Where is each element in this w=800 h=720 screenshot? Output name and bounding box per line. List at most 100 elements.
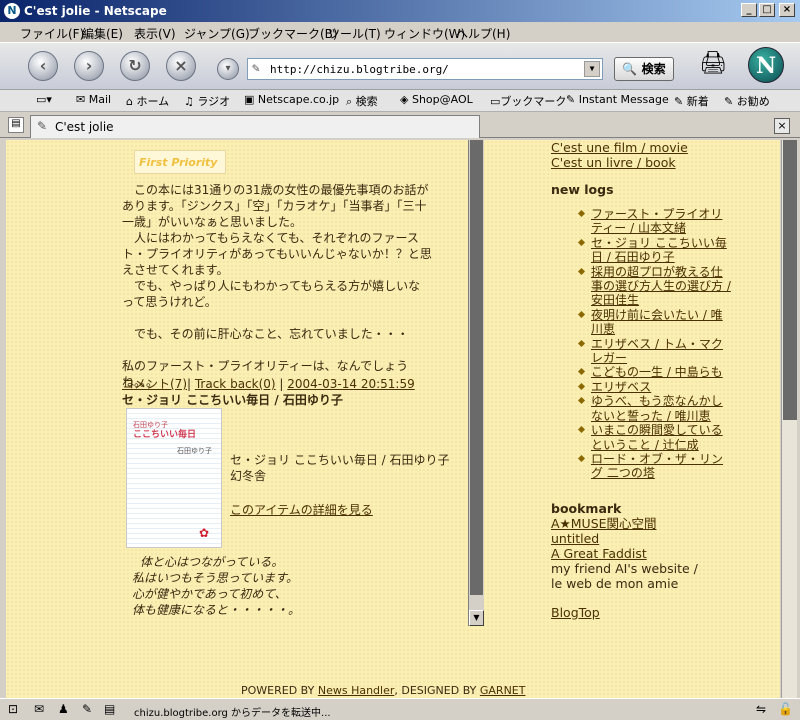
- menu-tools[interactable]: ツール(T): [328, 25, 381, 42]
- blogtop-link[interactable]: BlogTop: [551, 605, 771, 620]
- sidebar: C'est une film / movie C'est un livre / …: [551, 140, 771, 620]
- security-lock-icon: 🔓: [778, 702, 793, 716]
- search-link-label: 検索: [355, 95, 378, 108]
- back-button[interactable]: ‹: [28, 51, 58, 81]
- location-dropdown-button[interactable]: ▾: [217, 58, 239, 80]
- banner-image: First Priority: [134, 150, 226, 174]
- search-link[interactable]: ⌕ 検索: [346, 93, 378, 109]
- stop-button[interactable]: ×: [166, 51, 196, 81]
- aim-icon[interactable]: ♟: [58, 702, 69, 716]
- menu-help[interactable]: ヘルプ(H): [456, 25, 510, 42]
- page-scrollbar[interactable]: [781, 140, 797, 698]
- close-window-button[interactable]: ×: [779, 3, 795, 17]
- menu-window[interactable]: ウィンドウ(W): [384, 25, 465, 42]
- status-bar: ⊡ ✉ ♟ ✎ ▤ chizu.blogtribe.org からデータを転送中.…: [0, 698, 800, 720]
- cover-title: ここちいい毎日: [133, 430, 197, 440]
- mail-status-icon[interactable]: ✉: [34, 702, 44, 716]
- bookmarks-folder[interactable]: ▭ブックマーク: [490, 93, 566, 109]
- book-cover[interactable]: 石田ゆり子 ここちいい毎日 石田ゆり子 ✿: [126, 408, 222, 548]
- entry2-quote: 体と心はつながっている。 私はいつもそう思っています。 心が健やかであって初めて…: [132, 554, 300, 618]
- footer-designed-text: , DESIGNED BY: [394, 684, 480, 697]
- forward-button[interactable]: ›: [74, 51, 104, 81]
- home-link[interactable]: ⌂ ホーム: [126, 93, 169, 109]
- new-log-item[interactable]: セ・ジョリ ここちいい毎日 / 石田ゆり子: [591, 236, 727, 264]
- entry1-p1: この本には31通りの31歳の女性の最優先事項のお話があります。「ジンクス」「空」…: [122, 183, 429, 229]
- friend-website-text: my friend AI's website / le web de mon a…: [551, 560, 698, 591]
- address-book-icon[interactable]: ▤: [104, 702, 115, 716]
- quote-line-4: 体も健康になると・・・・・。: [132, 603, 301, 617]
- bookmark-link-amuse[interactable]: A★MUSE関心空間: [551, 516, 771, 531]
- quote-line-1: 体と心はつながっている。: [140, 555, 284, 569]
- cat-book-link[interactable]: C'est un livre / book: [551, 155, 771, 170]
- composer-icon[interactable]: ✎: [82, 702, 92, 716]
- navigator-icon[interactable]: ⊡: [8, 702, 18, 716]
- new-log-item[interactable]: 採用の超プロが教える仕事の選び方人生の選び方 / 安田佳生: [591, 265, 731, 308]
- new-log-item[interactable]: エリザベス: [591, 380, 651, 394]
- garnet-link[interactable]: GARNET: [480, 684, 526, 697]
- search-button[interactable]: 🔍 検索: [614, 57, 674, 81]
- window-title: C'est jolie - Netscape: [24, 4, 167, 18]
- quote-line-2: 私はいつもそう思っています。: [132, 571, 298, 585]
- item-detail-link[interactable]: このアイテムの詳細を見る: [230, 502, 450, 518]
- cat-movie-link[interactable]: C'est une film / movie: [551, 140, 771, 155]
- page-scroll-thumb[interactable]: [783, 140, 797, 420]
- entry-permalink[interactable]: 2004-03-14 20:51:59: [287, 377, 414, 391]
- menu-file[interactable]: ファイル(F): [20, 25, 84, 42]
- print-icon[interactable]: 🖨: [698, 51, 728, 81]
- scroll-down-icon[interactable]: ▼: [469, 610, 484, 626]
- tab-bar: ▤ ✎ C'est jolie ×: [0, 112, 800, 138]
- trackback-link[interactable]: Track back(0): [195, 377, 276, 391]
- comment-link[interactable]: コメント(7): [122, 377, 187, 391]
- minimize-button[interactable]: _: [741, 3, 757, 17]
- link-icon-3: ✎: [724, 95, 734, 108]
- new-tab-icon[interactable]: ▤: [8, 117, 24, 133]
- new-log-item[interactable]: ロード・オブ・ザ・リング 二つの塔: [591, 452, 723, 480]
- radio-link[interactable]: ♫ ラジオ: [184, 93, 230, 109]
- bookmarks-label: ブックマーク: [500, 95, 567, 108]
- recommend-link[interactable]: ✎ お勧め: [724, 93, 770, 109]
- bookmark-link-untitled[interactable]: untitled: [551, 531, 771, 546]
- bookmark-link-faddist[interactable]: A Great Faddist: [551, 546, 771, 561]
- url-dropdown-icon[interactable]: ▼: [584, 61, 600, 77]
- netscape-icon: N: [4, 3, 20, 19]
- new-log-item[interactable]: いまこの瞬間愛しているということ / 辻仁成: [591, 423, 723, 451]
- menu-edit[interactable]: 編集(E): [82, 25, 123, 42]
- url-bar[interactable]: ✎ ▼: [247, 58, 603, 80]
- netscape-logo-icon[interactable]: N: [748, 47, 784, 83]
- shop-aol-link[interactable]: ◈ Shop@AOL: [400, 93, 473, 106]
- maximize-button[interactable]: □: [759, 3, 775, 17]
- cover-figure-icon: ✿: [199, 526, 210, 540]
- mail-link[interactable]: ✉ Mail: [76, 93, 111, 106]
- headphones-icon: ♫: [184, 95, 194, 108]
- home-label: ホーム: [136, 95, 170, 108]
- menu-bookmarks[interactable]: ブックマーク(B): [248, 25, 338, 42]
- netscape-co-jp-link[interactable]: ▣ Netscape.co.jp: [244, 93, 339, 106]
- new-label: 新着: [686, 95, 709, 108]
- toolbar-menu-icon[interactable]: ▭▾: [36, 93, 52, 106]
- reload-button[interactable]: ↻: [120, 51, 150, 81]
- shop-aol-label: Shop@AOL: [411, 93, 473, 106]
- main-column-scroll-thumb[interactable]: [470, 140, 483, 595]
- news-handler-link[interactable]: News Handler: [318, 684, 395, 697]
- new-log-item[interactable]: ファースト・プライオリティー / 山本文緒: [591, 207, 722, 235]
- new-log-item[interactable]: こどもの一生 / 中島らも: [591, 365, 723, 379]
- item-title: セ・ジョリ ここちいい毎日 / 石田ゆり子: [230, 453, 450, 467]
- main-column-scrollbar[interactable]: ▼: [468, 140, 484, 626]
- new-link[interactable]: ✎ 新着: [674, 93, 709, 109]
- new-log-item[interactable]: エリザベス / トム・マクレガー: [591, 337, 723, 365]
- new-log-item[interactable]: ゆうべ、もう恋なんかしないと誓った / 唯川恵: [591, 394, 723, 422]
- banner-text: First Priority: [139, 156, 218, 169]
- close-tab-button[interactable]: ×: [774, 118, 790, 134]
- new-log-item[interactable]: 夜明け前に会いたい / 唯川恵: [591, 308, 723, 336]
- menu-go[interactable]: ジャンプ(G): [184, 25, 250, 42]
- url-input[interactable]: [270, 61, 570, 77]
- item-publisher: 幻冬舎: [230, 469, 267, 483]
- menu-view[interactable]: 表示(V): [134, 25, 176, 42]
- item-info: セ・ジョリ ここちいい毎日 / 石田ゆり子 幻冬舎 このアイテムの詳細を見る: [230, 452, 450, 518]
- my-icon: ▣: [244, 93, 255, 106]
- netscape-co-jp-label: Netscape.co.jp: [257, 93, 340, 106]
- mail-icon: ✉: [76, 93, 86, 106]
- tab-cest-jolie[interactable]: ✎ C'est jolie: [30, 115, 480, 138]
- instant-message-link[interactable]: ✎ Instant Message: [566, 93, 669, 106]
- tab-label: C'est jolie: [55, 120, 114, 134]
